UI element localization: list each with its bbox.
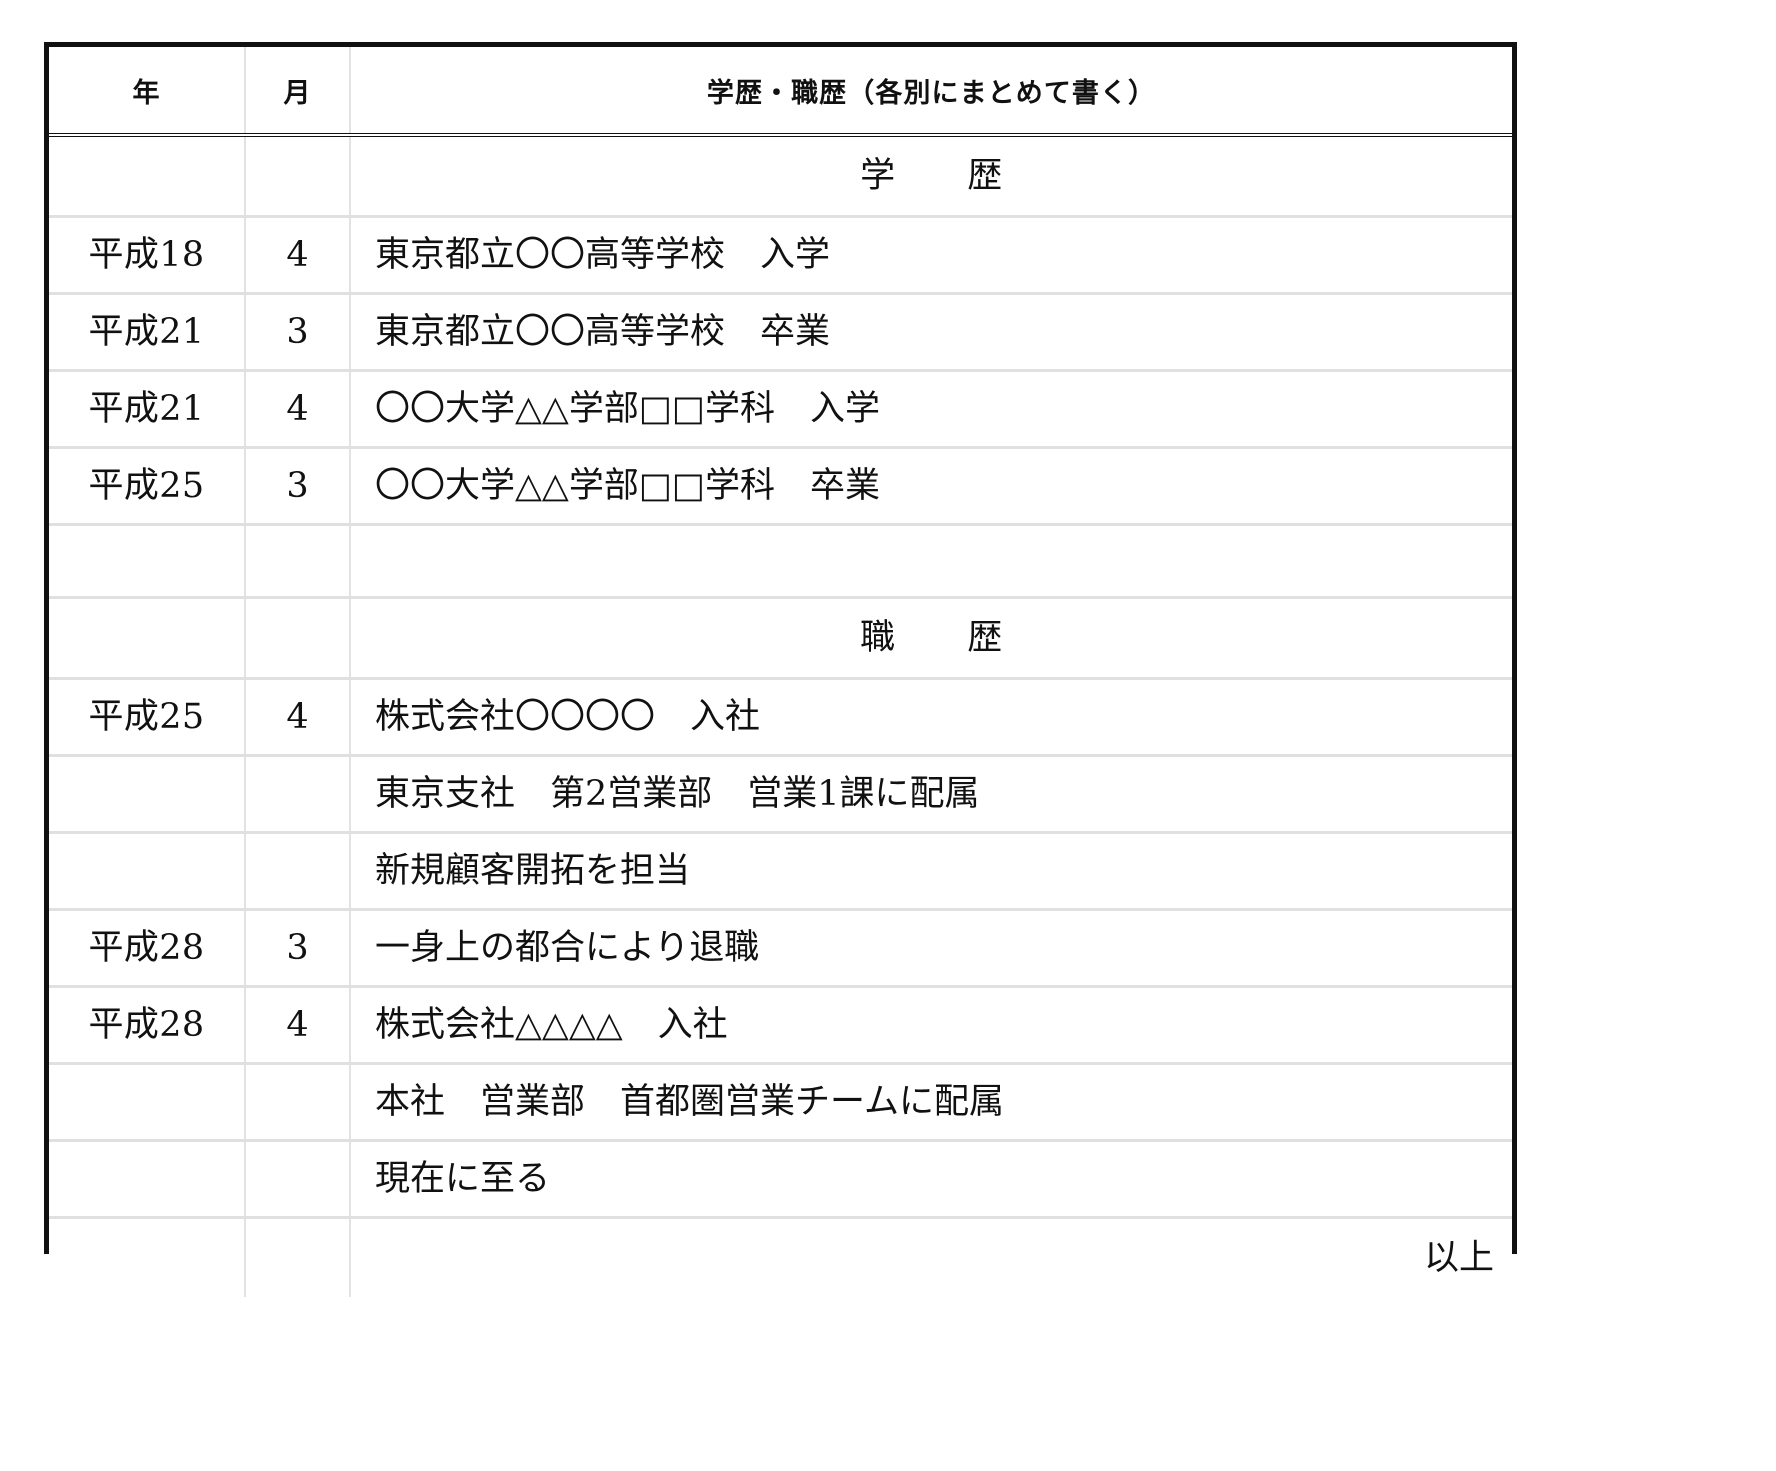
table-header-row: 年 月 学歴・職歴（各別にまとめて書く）	[49, 47, 1512, 137]
education-work-history-table-container: 年 月 学歴・職歴（各別にまとめて書く） 学 歴平成18 4 東京都立〇〇高等学校 …	[44, 42, 1517, 1297]
cell-month	[245, 524, 351, 599]
cell-month	[245, 1217, 351, 1297]
cell-content: 〇〇大学△△学部□□学科 卒業	[350, 447, 1512, 526]
column-header-content: 学歴・職歴（各別にまとめて書く）	[350, 47, 1512, 137]
cell-year	[49, 135, 246, 218]
table-row: 平成21 4 〇〇大学△△学部□□学科 入学	[49, 370, 1512, 449]
cell-month	[245, 1140, 351, 1219]
cell-month	[245, 755, 351, 834]
table-row: 平成18 4 東京都立〇〇高等学校 入学	[49, 216, 1512, 295]
table-row: 本社 営業部 首都圏営業チームに配属	[49, 1063, 1512, 1142]
cell-year: 平成25	[49, 678, 246, 757]
cell-content: 学 歴	[350, 135, 1512, 218]
cell-month	[245, 1063, 351, 1142]
cell-year	[49, 597, 246, 680]
cell-content: 一身上の都合により退職	[350, 909, 1512, 988]
table-body: 学 歴平成18 4 東京都立〇〇高等学校 入学 平成21 3 東京都立〇〇高等学校 卒業平…	[49, 135, 1512, 1297]
cell-month: 3	[245, 447, 351, 526]
column-header-month: 月	[245, 47, 351, 137]
cell-year: 平成18	[49, 216, 246, 295]
cell-year: 平成28	[49, 986, 246, 1065]
cell-content: 職 歴	[350, 597, 1512, 680]
cell-month: 4	[245, 216, 351, 295]
cell-content: 株式会社△△△△ 入社	[350, 986, 1512, 1065]
cell-year: 平成21	[49, 293, 246, 372]
cell-content: 東京都立〇〇高等学校 入学	[350, 216, 1512, 295]
cell-year: 平成21	[49, 370, 246, 449]
cell-month	[245, 832, 351, 911]
table-row: 東京支社 第2営業部 営業1課に配属	[49, 755, 1512, 834]
cell-year	[49, 755, 246, 834]
cell-content: 東京支社 第2営業部 営業1課に配属	[350, 755, 1512, 834]
cell-year	[49, 1217, 246, 1297]
table-row: 職 歴	[49, 597, 1512, 680]
cell-content: 新規顧客開拓を担当	[350, 832, 1512, 911]
table-row: 平成28 4 株式会社△△△△ 入社	[49, 986, 1512, 1065]
table-row: 以上	[49, 1217, 1512, 1297]
table-row	[49, 524, 1512, 599]
cell-content: 以上	[1423, 1237, 1494, 1278]
cell-month: 3	[245, 293, 351, 372]
cell-content	[350, 524, 1512, 599]
cell-month: 3	[245, 909, 351, 988]
cell-month: 4	[245, 370, 351, 449]
table-row: 平成25 3 〇〇大学△△学部□□学科 卒業	[49, 447, 1512, 526]
table-row: 平成28 3 一身上の都合により退職	[49, 909, 1512, 988]
education-work-history-table: 年 月 学歴・職歴（各別にまとめて書く） 学 歴平成18 4 東京都立〇〇高等学校 …	[49, 47, 1512, 1297]
cell-year	[49, 1063, 246, 1142]
table-row: 平成25 4 株式会社〇〇〇〇 入社	[49, 678, 1512, 757]
cell-year: 平成25	[49, 447, 246, 526]
cell-month: 4	[245, 986, 351, 1065]
cell-month: 4	[245, 678, 351, 757]
cell-year	[49, 524, 246, 599]
cell-year	[49, 832, 246, 911]
table-header: 年 月 学歴・職歴（各別にまとめて書く）	[49, 47, 1512, 137]
cell-year	[49, 1140, 246, 1219]
table-row: 学 歴	[49, 135, 1512, 218]
table-row: 現在に至る	[49, 1140, 1512, 1219]
cell-month	[245, 597, 351, 680]
cell-year: 平成28	[49, 909, 246, 988]
resume-history-page: 年 月 学歴・職歴（各別にまとめて書く） 学 歴平成18 4 東京都立〇〇高等学校 …	[0, 0, 1776, 1471]
table-row: 新規顧客開拓を担当	[49, 832, 1512, 911]
cell-content: 株式会社〇〇〇〇 入社	[350, 678, 1512, 757]
cell-content: 〇〇大学△△学部□□学科 入学	[350, 370, 1512, 449]
cell-content: 東京都立〇〇高等学校 卒業	[350, 293, 1512, 372]
cell-month	[245, 135, 351, 218]
cell-content: 本社 営業部 首都圏営業チームに配属	[350, 1063, 1512, 1142]
cell-content: 現在に至る	[350, 1140, 1512, 1219]
column-header-year: 年	[49, 47, 246, 137]
table-row: 平成21 3 東京都立〇〇高等学校 卒業	[49, 293, 1512, 372]
